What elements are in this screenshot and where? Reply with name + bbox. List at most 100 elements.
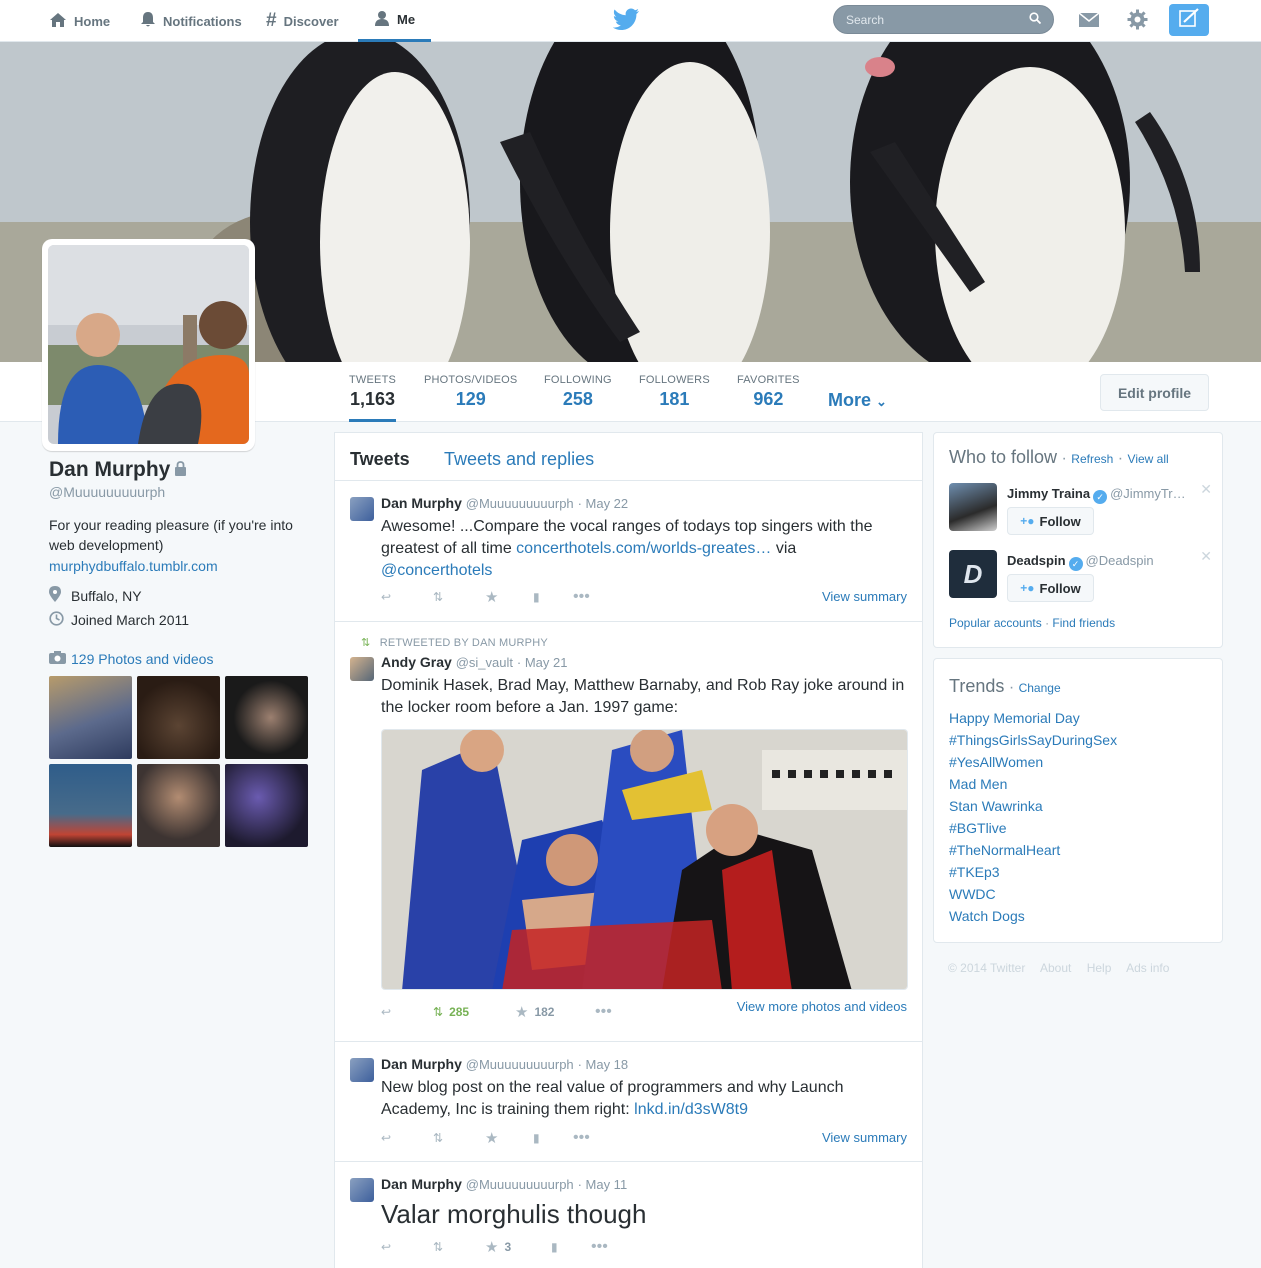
tweet-item[interactable]: Dan Murphy @Muuuuuuuuurph · May 18 New b… — [335, 1042, 922, 1162]
follow-button[interactable]: +● Follow — [1007, 574, 1094, 602]
tweet-avatar[interactable] — [350, 1178, 374, 1202]
twitter-bird-icon[interactable] — [612, 8, 639, 35]
trend-item[interactable]: #TheNormalHeart — [949, 839, 1117, 861]
trend-item[interactable]: #YesAllWomen — [949, 751, 1117, 773]
change-trends-link[interactable]: Change — [1019, 681, 1061, 695]
reply-icon[interactable]: ↩ — [381, 1005, 433, 1019]
tweet-date[interactable]: May 21 — [525, 655, 568, 670]
tweet-link[interactable]: lnkd.in/d3sW8t9 — [634, 1101, 748, 1118]
nav-notifications[interactable]: Notifications — [140, 0, 242, 42]
tweet-author-name[interactable]: Dan Murphy — [381, 1056, 462, 1072]
tweet-item[interactable]: Dan Murphy @Muuuuuuuuurph · May 11 Valar… — [335, 1162, 922, 1268]
nav-me[interactable]: Me — [358, 0, 431, 42]
tweet-date[interactable]: May 18 — [586, 1057, 629, 1072]
popular-accounts-link[interactable]: Popular accounts — [949, 616, 1042, 630]
nav-discover[interactable]: # Discover — [266, 0, 339, 42]
compose-tweet-button[interactable] — [1169, 4, 1209, 36]
photo-thumbnail[interactable] — [49, 676, 132, 759]
tweet-author-handle[interactable]: @Muuuuuuuuurph — [466, 1177, 574, 1192]
suggested-user-name[interactable]: Deadspin ✓ @Deadspin — [1007, 553, 1154, 571]
retweet-icon[interactable]: ⇅ — [433, 1240, 485, 1254]
tweet-author-name[interactable]: Dan Murphy — [381, 495, 462, 511]
retweet-icon[interactable]: ⇅ — [433, 590, 485, 604]
trash-icon[interactable]: ▮ — [533, 590, 573, 604]
tweet-item[interactable]: ⇅ RETWEETED BY DAN MURPHY Andy Gray @si_… — [335, 622, 922, 1042]
nav-home[interactable]: Home — [49, 0, 110, 42]
tweet-avatar[interactable] — [350, 497, 374, 521]
trend-item[interactable]: #TKEp3 — [949, 861, 1117, 883]
stat-favorites[interactable]: FAVORITES 962 — [737, 374, 800, 410]
tab-tweets-and-replies[interactable]: Tweets and replies — [444, 449, 594, 470]
dismiss-close-icon[interactable]: ✕ — [1200, 481, 1212, 498]
trash-icon[interactable]: ▮ — [533, 1131, 573, 1145]
more-dots-icon[interactable]: ••• — [573, 1129, 590, 1147]
search-input[interactable] — [846, 12, 1016, 27]
refresh-link[interactable]: Refresh — [1071, 452, 1113, 466]
trash-icon[interactable]: ▮ — [551, 1240, 591, 1254]
trend-item[interactable]: Stan Wawrinka — [949, 795, 1117, 817]
favorite-star-icon[interactable]: ★ — [485, 1129, 533, 1147]
favorite-star-icon[interactable]: ★ — [485, 588, 533, 606]
edit-profile-button[interactable]: Edit profile — [1100, 374, 1209, 411]
view-all-link[interactable]: View all — [1128, 452, 1169, 466]
view-summary-link[interactable]: View summary — [822, 1130, 907, 1145]
search-box[interactable] — [833, 5, 1054, 34]
reply-icon[interactable]: ↩ — [381, 590, 433, 604]
gear-icon[interactable] — [1127, 9, 1148, 35]
profile-handle[interactable]: @Muuuuuuuuurph — [49, 484, 309, 500]
tweet-author-handle[interactable]: @Muuuuuuuuurph — [466, 496, 574, 511]
more-dots-icon[interactable]: ••• — [573, 588, 590, 606]
tweet-author-name[interactable]: Dan Murphy — [381, 1176, 462, 1192]
more-dots-icon[interactable]: ••• — [595, 1003, 612, 1021]
trend-item[interactable]: #ThingsGirlsSayDuringSex — [949, 729, 1117, 751]
retweet-icon[interactable]: ⇅ 285 — [433, 1005, 515, 1019]
footer-help-link[interactable]: Help — [1087, 961, 1112, 975]
search-icon[interactable] — [1029, 12, 1042, 27]
trend-item[interactable]: Happy Memorial Day — [949, 707, 1117, 729]
profile-avatar[interactable] — [42, 239, 255, 451]
tweet-media-photo[interactable] — [381, 729, 908, 990]
suggested-user-avatar[interactable]: D — [949, 550, 997, 598]
trend-item[interactable]: Watch Dogs — [949, 905, 1117, 927]
find-friends-link[interactable]: Find friends — [1052, 616, 1115, 630]
photo-thumbnail[interactable] — [49, 764, 132, 847]
tweet-author-name[interactable]: Andy Gray — [381, 654, 452, 670]
reply-icon[interactable]: ↩ — [381, 1240, 433, 1254]
trend-item[interactable]: #BGTlive — [949, 817, 1117, 839]
favorite-star-icon[interactable]: ★ 3 — [485, 1238, 551, 1256]
tweet-author-handle[interactable]: @Muuuuuuuuurph — [466, 1057, 574, 1072]
profile-url-link[interactable]: murphydbuffalo.tumblr.com — [49, 558, 218, 574]
more-dropdown[interactable]: More ⌄ — [828, 390, 887, 411]
suggested-user-name[interactable]: Jimmy Traina ✓ @JimmyTr… — [1007, 486, 1186, 504]
messages-envelope-icon[interactable] — [1078, 11, 1100, 34]
tweet-author-handle[interactable]: @si_vault — [456, 655, 513, 670]
stat-tweets[interactable]: TWEETS 1,163 — [349, 374, 397, 422]
dismiss-close-icon[interactable]: ✕ — [1200, 548, 1212, 565]
tweet-item[interactable]: Dan Murphy @Muuuuuuuuurph · May 22 Aweso… — [335, 481, 922, 622]
view-summary-link[interactable]: View summary — [822, 589, 907, 604]
photo-thumbnail[interactable] — [137, 764, 220, 847]
retweet-icon[interactable]: ⇅ — [433, 1131, 485, 1145]
stat-following[interactable]: FOLLOWING 258 — [544, 374, 612, 410]
photo-thumbnail[interactable] — [225, 764, 308, 847]
tweet-date[interactable]: May 11 — [586, 1177, 628, 1192]
stat-followers[interactable]: FOLLOWERS 181 — [639, 374, 710, 410]
more-dots-icon[interactable]: ••• — [591, 1238, 608, 1256]
photos-videos-label[interactable]: 129 Photos and videos — [71, 651, 213, 667]
favorite-star-icon[interactable]: ★ 182 — [515, 1003, 595, 1021]
tweet-avatar[interactable] — [350, 657, 374, 681]
tweet-date[interactable]: May 22 — [586, 496, 629, 511]
tweet-link[interactable]: concerthotels.com/worlds-greates… — [516, 540, 771, 557]
stat-photos-videos[interactable]: PHOTOS/VIDEOS 129 — [424, 374, 517, 410]
tweet-avatar[interactable] — [350, 1058, 374, 1082]
trend-item[interactable]: Mad Men — [949, 773, 1117, 795]
photo-thumbnail[interactable] — [137, 676, 220, 759]
tab-tweets[interactable]: Tweets — [350, 449, 410, 470]
reply-icon[interactable]: ↩ — [381, 1131, 433, 1145]
tweet-mention[interactable]: @concerthotels — [381, 562, 492, 579]
footer-about-link[interactable]: About — [1040, 961, 1071, 975]
follow-button[interactable]: +● Follow — [1007, 507, 1094, 535]
trend-item[interactable]: WWDC — [949, 883, 1117, 905]
photo-thumbnail[interactable] — [225, 676, 308, 759]
footer-ads-link[interactable]: Ads info — [1126, 961, 1169, 975]
